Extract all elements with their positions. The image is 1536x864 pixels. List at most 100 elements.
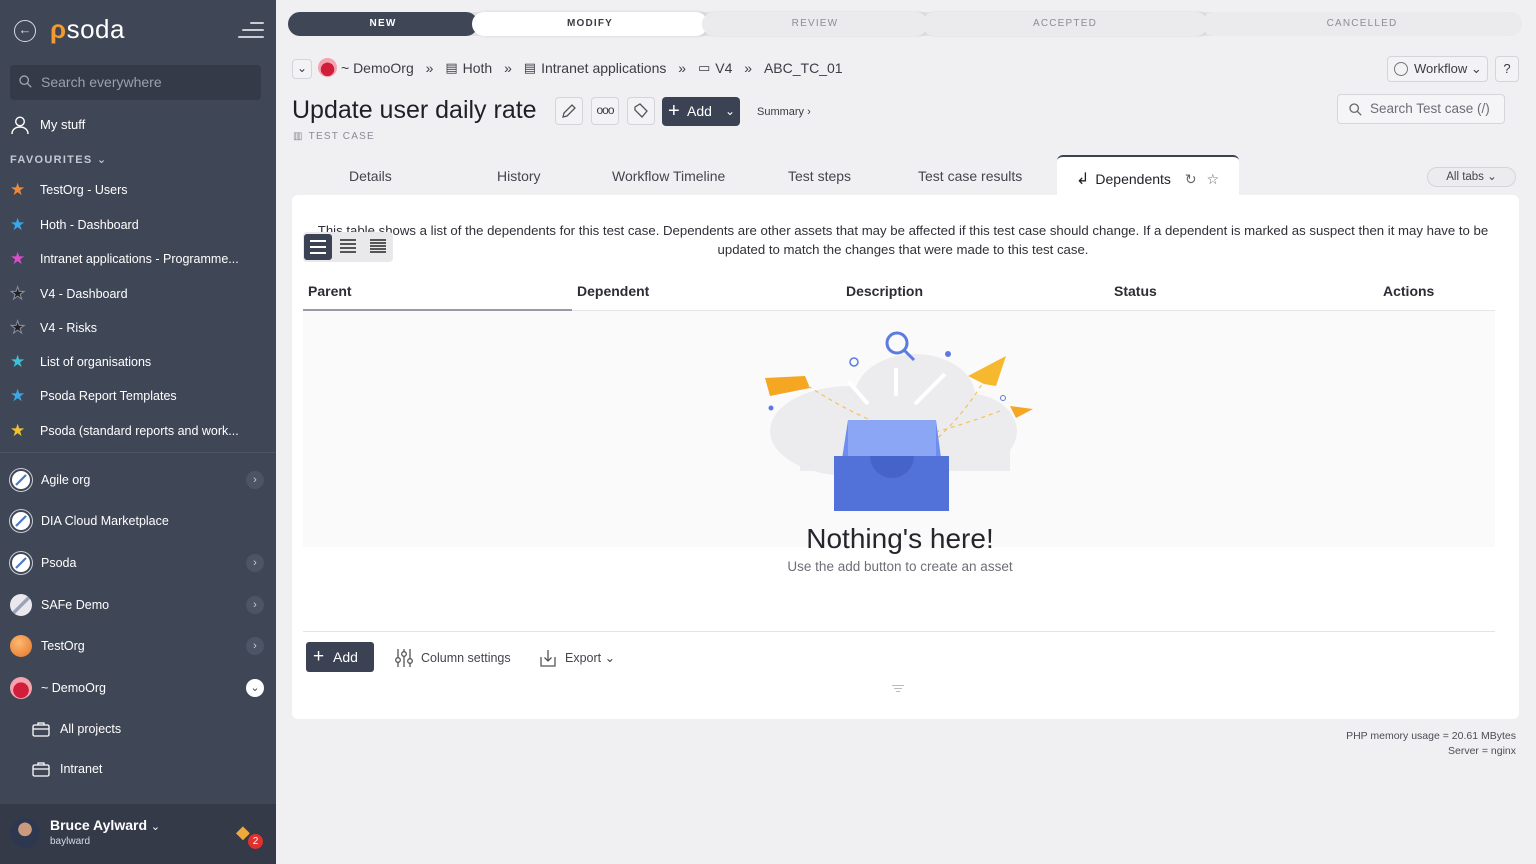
tab-workflow-timeline[interactable]: Workflow Timeline [612,168,725,188]
view-comfortable-button[interactable] [304,234,332,260]
my-stuff-link[interactable]: My stuff [10,114,85,136]
star-icon: ★ [10,249,26,268]
chevron-down-icon: ⌄ [150,821,161,833]
column-header-description[interactable]: Description [846,283,923,299]
memory-usage: PHP memory usage = 20.61 MBytes [1346,730,1516,742]
star-icon: ★ [10,352,26,371]
favourite-item[interactable]: ★ Hoth - Dashboard [10,215,250,235]
breadcrumb-item[interactable]: Hoth [463,60,493,76]
asset-type-label: TEST CASE [308,131,375,142]
tab-test-case-results[interactable]: Test case results [918,168,1022,188]
sidebar-item-all-projects[interactable]: All projects [32,719,121,739]
star-icon: ★ [10,421,26,440]
workflow-step-review[interactable]: REVIEW [702,12,928,36]
asset-type: ▥ TEST CASE [293,131,375,142]
breadcrumb-item[interactable]: ~ DemoOrg [341,60,414,76]
favourites-heading-label: FAVOURITES [10,154,93,166]
view-compact-button[interactable] [334,234,362,260]
chevron-down-icon: ⌄ [1487,171,1497,183]
org-item-dia-cloud[interactable]: DIA Cloud Marketplace [10,509,266,533]
server-name: Server = nginx [1448,745,1516,757]
workflow-icon [1394,62,1408,76]
star-outline-icon[interactable]: ☆ [1206,171,1219,187]
favourite-item[interactable]: ★ Intranet applications - Programme... [10,249,250,269]
favourite-item[interactable]: ★ Psoda (standard reports and work... [10,421,250,441]
breadcrumb-separator: » [744,59,753,76]
favourite-label: Psoda (standard reports and work... [40,424,239,438]
tag-button[interactable] [627,97,655,125]
edit-button[interactable] [555,97,583,125]
global-search-input[interactable]: Search everywhere [10,65,261,100]
chevron-right-icon[interactable]: › [246,471,264,489]
search-test-case-input[interactable]: Search Test case (/) [1337,94,1505,124]
workflow-button[interactable]: Workflow ⌄ [1387,56,1488,82]
programme-icon: ▤ [445,59,458,75]
breadcrumb-item[interactable]: Intranet applications [541,60,666,76]
view-dense-button[interactable] [364,234,392,260]
collapse-menu-icon[interactable] [238,22,264,40]
favourite-label: List of organisations [40,355,152,369]
org-item-psoda[interactable]: Psoda › [10,551,266,575]
org-logo-icon [10,635,32,657]
chevron-right-icon[interactable]: › [246,554,264,572]
column-header-actions[interactable]: Actions [1383,283,1434,299]
breadcrumb-dropdown[interactable]: ⌄ [292,59,312,79]
workflow-step-accepted[interactable]: ACCEPTED [922,12,1208,36]
add-button[interactable]: + Add ⌄ [662,97,740,126]
refresh-icon[interactable]: ↻ [1185,171,1197,187]
tab-history[interactable]: History [497,168,541,188]
favourite-item[interactable]: ★ V4 - Dashboard [10,284,250,304]
org-item-safe-demo[interactable]: SAFe Demo › [10,593,266,617]
workflow-step-cancelled[interactable]: CANCELLED [1202,12,1522,36]
more-options-button[interactable]: ooo [591,97,619,125]
page-title: Update user daily rate [292,96,537,124]
favourite-item[interactable]: ★ TestOrg - Users [10,180,250,200]
breadcrumb-separator: » [504,59,512,76]
test-case-icon: ▥ [293,131,304,142]
favourite-label: Hoth - Dashboard [40,218,139,232]
column-header-parent[interactable]: Parent [308,283,352,299]
sidebar-item-intranet[interactable]: Intranet [32,759,102,779]
chevron-down-icon[interactable]: ⌄ [246,679,264,697]
ellipsis-icon: ooo [596,103,614,117]
org-compass-icon [10,469,32,491]
export-button[interactable]: Export ⌄ [538,649,615,667]
column-header-dependent[interactable]: Dependent [577,283,649,299]
org-label: Psoda [41,556,77,570]
search-placeholder: Search everywhere [41,74,162,90]
plus-icon: + [668,100,680,122]
add-button-label: Add [687,103,712,119]
favourite-item[interactable]: ★ List of organisations [10,352,250,372]
column-settings-button[interactable]: Column settings [394,649,511,667]
add-dependent-button[interactable]: + Add [306,642,374,672]
tab-test-steps[interactable]: Test steps [788,168,851,188]
psoda-logo[interactable]: ρpsodasoda [50,14,125,45]
help-button[interactable]: ? [1495,56,1519,82]
user-menu[interactable]: Bruce Aylward ⌄ baylward ◆ 2 [0,804,276,864]
workflow-step-modify[interactable]: MODIFY [472,12,708,36]
search-icon [19,75,32,88]
tab-dependents[interactable]: ↲ Dependents ↻ ☆ [1076,169,1219,189]
summary-link[interactable]: Summary › [757,106,811,118]
workflow-step-new[interactable]: NEW [288,12,478,36]
view-density-switcher [303,232,393,262]
favourites-heading[interactable]: FAVOURITES ⌄ [10,153,107,166]
back-icon[interactable]: ← [14,20,36,42]
tab-details[interactable]: Details [349,168,392,188]
org-item-demoorg[interactable]: ~ DemoOrg ⌄ [10,676,266,700]
favourite-label: Psoda Report Templates [40,389,177,403]
org-item-agile-org[interactable]: Agile org › [10,468,266,492]
all-tabs-dropdown[interactable]: All tabs ⌄ [1427,167,1516,187]
favourite-item[interactable]: ★ V4 - Risks [10,318,250,338]
breadcrumb-item[interactable]: V4 [715,60,732,76]
export-icon [540,650,556,667]
sliders-icon [395,649,413,667]
column-header-status[interactable]: Status [1114,283,1157,299]
org-item-testorg[interactable]: TestOrg › [10,634,266,658]
chevron-right-icon[interactable]: › [246,596,264,614]
user-name-text: Bruce Aylward [50,817,147,833]
favourite-item[interactable]: ★ Psoda Report Templates [10,386,250,406]
resize-handle-icon[interactable] [892,685,904,693]
empty-state-title: Nothing's here! [806,523,994,554]
chevron-right-icon[interactable]: › [246,637,264,655]
